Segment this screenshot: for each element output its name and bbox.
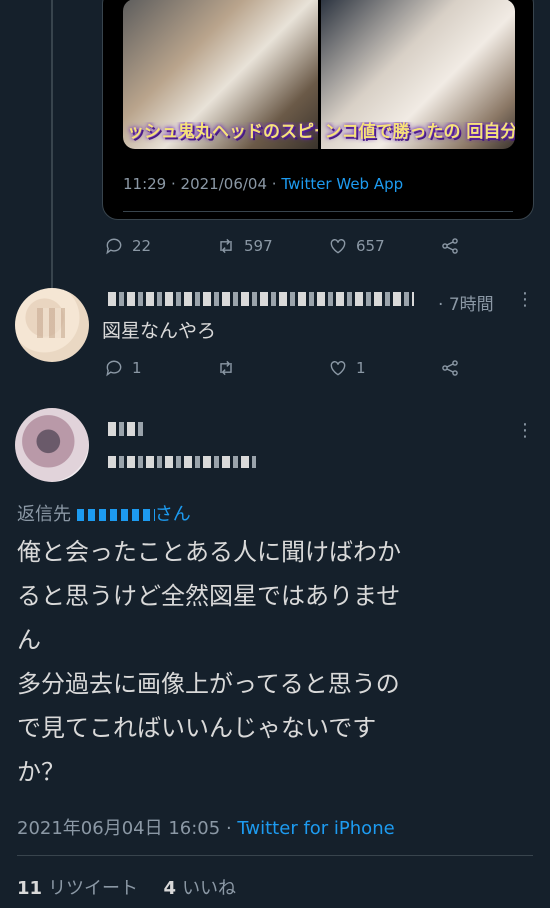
media-image-right[interactable]: ンコ値で勝ったの 回自分のターン来 (320, 0, 516, 149)
tweet-text: 俺と会ったことある人に聞けばわか ると思うけど全然図星ではありませ ん 多分過去… (17, 530, 537, 794)
retweet-action[interactable]: 597 (216, 236, 328, 256)
reply-time: · 7時間 (438, 295, 494, 315)
parent-actions: 22 597 657 (104, 236, 460, 256)
quoted-tweet-meta: 11:29 · 2021/06/04 · Twitter Web App (123, 175, 404, 193)
share-icon (442, 238, 458, 254)
reply-action[interactable]: 1 (104, 358, 216, 378)
media-grid[interactable]: ッシュ鬼丸ヘッドのスピー をアタック! ンコ値で勝ったの 回自分のターン来 (123, 0, 515, 149)
heart-icon (330, 239, 346, 254)
quoted-source-link[interactable]: Twitter Web App (281, 175, 403, 193)
like-action[interactable]: 1 (328, 358, 440, 378)
media-image-left[interactable]: ッシュ鬼丸ヘッドのスピー をアタック! (123, 0, 318, 149)
reply-to-label: 返信先 (17, 504, 71, 525)
tweet-text-line: ると思うけど全然図星ではありませ (17, 582, 401, 610)
quoted-time: 11:29 (123, 175, 167, 193)
redacted-username (108, 456, 256, 468)
reply-to-suffix[interactable]: さん (155, 504, 191, 525)
share-action[interactable] (440, 358, 460, 378)
reply-count: 1 (132, 359, 142, 377)
timestamp-text: 2021年06月04日 16:05 (17, 818, 221, 839)
heart-icon (330, 361, 346, 376)
retweets-stat[interactable]: 11 リツイート (17, 878, 138, 899)
tweet-stats: 11 リツイート 4 いいね (17, 874, 236, 900)
tweet-text-line: 多分過去に画像上がってると思うの (17, 670, 400, 698)
reply-action[interactable]: 22 (104, 236, 216, 256)
reply-count: 22 (132, 237, 152, 255)
redacted-name (108, 292, 414, 306)
like-count: 1 (356, 359, 366, 377)
like-count: 657 (356, 237, 385, 255)
share-action[interactable] (440, 236, 460, 256)
avatar[interactable] (15, 408, 89, 482)
redacted-handle[interactable] (76, 509, 155, 521)
retweet-icon (220, 360, 232, 376)
tweet-text-line: で見てこればいいんじゃないです (17, 714, 377, 742)
source-link[interactable]: Twitter for iPhone (237, 818, 394, 839)
reply-text: 図星なんやろ (102, 320, 217, 342)
reply-header: · 7時間 (102, 290, 532, 315)
share-icon (442, 360, 458, 376)
reply-icon (106, 238, 122, 255)
reply-to-line: 返信先 さん (17, 500, 191, 526)
reply-icon (106, 360, 122, 377)
more-options-icon[interactable]: ⋮ (516, 289, 534, 310)
tweet-timestamp: 2021年06月04日 16:05 · Twitter for iPhone (17, 818, 395, 839)
quoted-date: 2021/06/04 (180, 175, 268, 193)
retweet-icon (220, 238, 232, 254)
avatar[interactable] (15, 288, 89, 362)
quoted-tweet-card[interactable]: ッシュ鬼丸ヘッドのスピー をアタック! ンコ値で勝ったの 回自分のターン来 11… (102, 0, 534, 220)
quote-divider (123, 211, 513, 212)
image-caption-left: ッシュ鬼丸ヘッドのスピー をアタック! (127, 122, 318, 142)
retweet-action[interactable] (216, 358, 328, 378)
more-options-icon[interactable]: ⋮ (516, 420, 534, 441)
reply-actions: 1 1 (104, 358, 460, 378)
retweet-count: 597 (244, 237, 273, 255)
thread-line (51, 0, 53, 290)
redacted-display-name (108, 422, 146, 436)
tweet-text-line: か？ (17, 758, 65, 786)
divider (17, 855, 533, 856)
tweet-text-line: ん (17, 626, 41, 654)
image-caption-right: ンコ値で勝ったの 回自分のターン来 (324, 122, 516, 142)
like-action[interactable]: 657 (328, 236, 440, 256)
likes-stat[interactable]: 4 いいね (164, 878, 237, 899)
tweet-text-line: 俺と会ったことある人に聞けばわか (17, 538, 401, 566)
